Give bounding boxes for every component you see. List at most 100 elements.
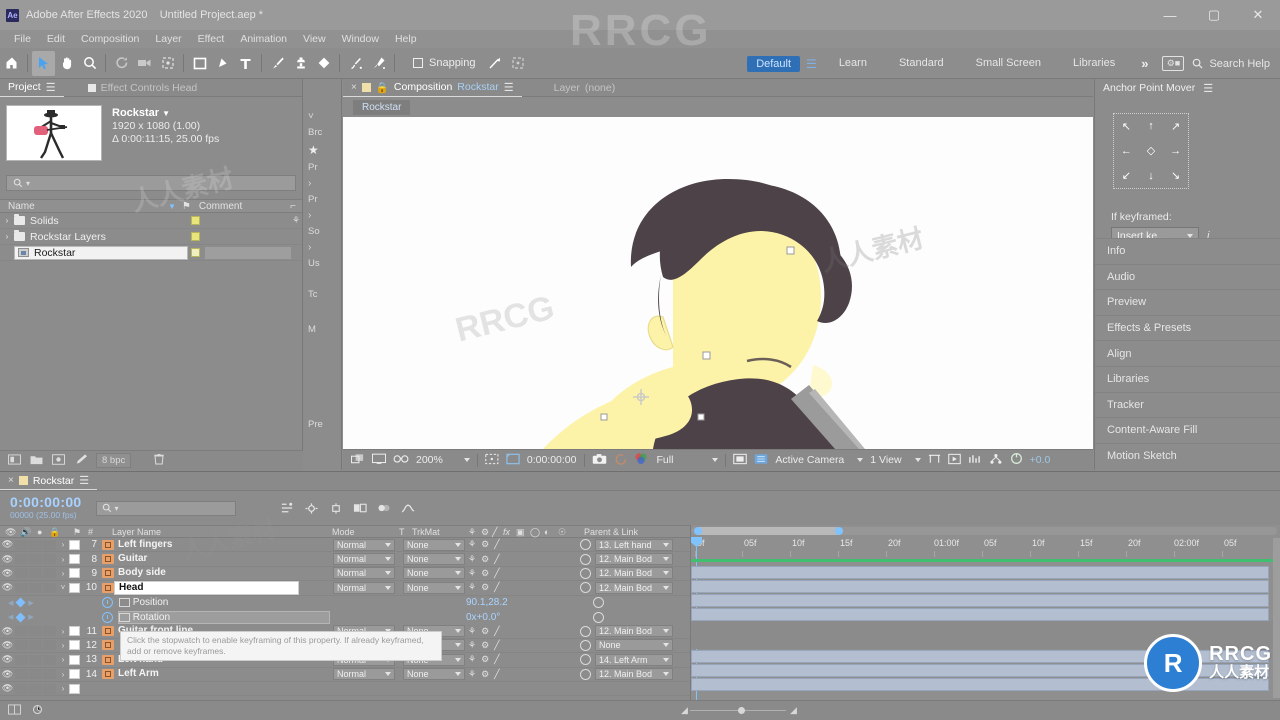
work-area-bar[interactable] (691, 559, 1280, 562)
project-search-input[interactable]: ▾ (6, 175, 296, 191)
layer-parent-select[interactable]: 12. Main Bod (595, 567, 673, 580)
layer-parent-select[interactable]: 13. Left hand (595, 538, 673, 551)
layer-audio-cell[interactable] (15, 582, 28, 593)
layer-switch-quality-icon[interactable]: ⚙ (481, 539, 489, 550)
take-snapshot-icon[interactable] (592, 453, 607, 468)
layer-switch-collapse-icon[interactable]: ⚘ (468, 554, 476, 565)
composition-thumbnail[interactable] (6, 105, 102, 161)
col-parent-link[interactable]: Parent & Link (584, 527, 638, 537)
table-row[interactable]: 👁 › 9 Body side Normal None ⚘ ⚙ ╱ 12. Ma… (0, 567, 690, 582)
fast-preview-icon[interactable] (947, 453, 961, 468)
layer-switch-collapse-icon[interactable]: ⚘ (468, 539, 476, 550)
snapping-control[interactable]: Snapping (413, 57, 476, 69)
twirl-icon[interactable]: › (57, 540, 69, 549)
tab-layer-none[interactable]: Layer (none) (546, 79, 624, 97)
maximize-button[interactable]: ▢ (1192, 0, 1236, 30)
composition-viewer-canvas[interactable] (343, 117, 1093, 449)
timeline-button-icon[interactable] (968, 453, 982, 468)
3d-glasses-icon[interactable] (393, 453, 409, 467)
clone-stamp-tool-icon[interactable] (289, 51, 312, 76)
workspace-overflow-icon[interactable]: » (1131, 56, 1158, 71)
parent-pickwhip-icon[interactable] (580, 625, 591, 637)
bit-depth-button[interactable]: 8 bpc (96, 453, 132, 468)
layer-label-swatch[interactable] (69, 626, 80, 637)
table-row[interactable]: 👁 › 7 Left fingers Normal None ⚘ ⚙ ╱ 13.… (0, 538, 690, 553)
prev-keyframe-icon[interactable]: ◀ (8, 599, 13, 607)
layer-name[interactable]: Guitar (114, 553, 151, 565)
toggle-switches-modes-icon[interactable] (8, 703, 21, 718)
workspace-tab-learn[interactable]: Learn (823, 48, 883, 79)
layer-parent-select[interactable]: 14. Left Arm (595, 653, 673, 666)
layer-parent-select[interactable]: 12. Main Bod (595, 553, 673, 566)
layer-switch-fx-icon[interactable]: ╱ (494, 654, 499, 665)
parent-pickwhip-icon[interactable] (580, 567, 591, 579)
zoom-in-icon[interactable]: ◢ (790, 705, 797, 716)
camera-select[interactable]: Active Camera (775, 454, 864, 466)
project-row-rockstar-layers[interactable]: › Rockstar Layers (0, 229, 302, 245)
layer-parent-select[interactable]: 12. Main Bod (595, 581, 673, 594)
anchor-arrow-right[interactable]: → (1163, 139, 1188, 164)
search-dropdown-icon[interactable]: ▾ (26, 179, 30, 188)
graph-editor-toggle-icon[interactable] (118, 612, 130, 622)
menu-help[interactable]: Help (387, 30, 425, 48)
layer-switch-fx-icon[interactable]: ╱ (494, 669, 499, 680)
timeline-zoom-slider[interactable]: ◢ ◢ (681, 705, 797, 716)
workspace-tab-small-screen[interactable]: Small Screen (960, 48, 1057, 79)
twirl-icon[interactable]: › (57, 627, 69, 636)
layer-mode-select[interactable]: Normal (333, 581, 395, 594)
type-tool-icon[interactable] (234, 51, 257, 76)
label-color-chip[interactable] (191, 248, 200, 257)
layer-lock-cell[interactable] (43, 683, 56, 694)
new-folder-icon[interactable] (30, 454, 43, 468)
zoom-slider-knob[interactable] (738, 707, 745, 714)
layer-audio-cell[interactable] (15, 683, 28, 694)
layer-trkmat-select[interactable]: None (403, 553, 465, 566)
parent-pickwhip-icon[interactable] (580, 582, 591, 594)
layer-lock-cell[interactable] (43, 654, 56, 665)
layer-switch-fx-icon[interactable]: ╱ (494, 554, 499, 565)
exposure-value[interactable]: +0.0 (1030, 454, 1051, 466)
add-keyframe-icon[interactable] (15, 597, 26, 608)
comp-flowchart-icon[interactable] (989, 453, 1003, 468)
panel-preview[interactable]: Preview (1095, 289, 1280, 315)
layer-name[interactable]: Left fingers (114, 539, 176, 551)
anchor-arrow-center[interactable]: ◇ (1139, 139, 1164, 164)
stopwatch-icon[interactable] (101, 597, 113, 609)
layer-visibility-icon[interactable]: 👁 (0, 568, 15, 579)
lay' er-lock-cell[interactable] (43, 640, 56, 651)
layer-solo-cell[interactable] (29, 554, 42, 565)
column-sort-icon[interactable]: ▼ (168, 202, 176, 211)
view-layout-select[interactable]: 1 View (870, 454, 921, 466)
rectangle-tool-icon[interactable] (188, 51, 211, 76)
layer-visibility-icon[interactable]: 👁 (0, 640, 15, 651)
col-t[interactable]: T (399, 527, 405, 537)
current-time-indicator[interactable] (691, 537, 702, 713)
panel-audio[interactable]: Audio (1095, 263, 1280, 290)
panel-content-aware-fill[interactable]: Content-Aware Fill (1095, 417, 1280, 443)
timeline-ruler[interactable]: 0f 05f 10f 15f 20f 01:00f 05f 10f 15f 20… (691, 538, 1280, 558)
project-row-selected-wrap[interactable]: Rockstar (14, 245, 188, 260)
hand-tool-icon[interactable] (55, 51, 78, 76)
twirl-icon[interactable]: › (57, 670, 69, 679)
layer-audio-cell[interactable] (15, 626, 28, 637)
puppet-pin-tool-icon[interactable] (367, 51, 390, 76)
orbit-tool-icon[interactable] (110, 51, 133, 76)
draft-3d-icon[interactable] (304, 502, 319, 515)
table-row[interactable]: 👁 › (0, 682, 690, 697)
minimize-button[interactable]: — (1148, 0, 1192, 30)
layer-visibility-icon[interactable]: 👁 (0, 654, 15, 665)
layer-audio-cell[interactable] (15, 669, 28, 680)
menu-file[interactable]: File (6, 30, 39, 48)
channel-select-icon[interactable] (634, 452, 648, 468)
motion-blur-icon[interactable] (377, 502, 391, 514)
anchor-arrow-left[interactable]: ← (1114, 139, 1139, 164)
layer-visibility-icon[interactable]: 👁 (0, 626, 15, 637)
strip-twirl-1-icon[interactable]: › (304, 176, 341, 191)
always-preview-icon[interactable] (350, 453, 365, 468)
panel-tracker[interactable]: Tracker (1095, 391, 1280, 418)
layer-visibility-icon[interactable]: 👁 (0, 554, 15, 565)
panel-align[interactable]: Align (1095, 340, 1280, 366)
project-panel-menu-icon[interactable]: ☰ (46, 81, 56, 94)
close-button[interactable]: ✕ (1236, 0, 1280, 30)
panel-libraries[interactable]: Libraries (1095, 365, 1280, 392)
